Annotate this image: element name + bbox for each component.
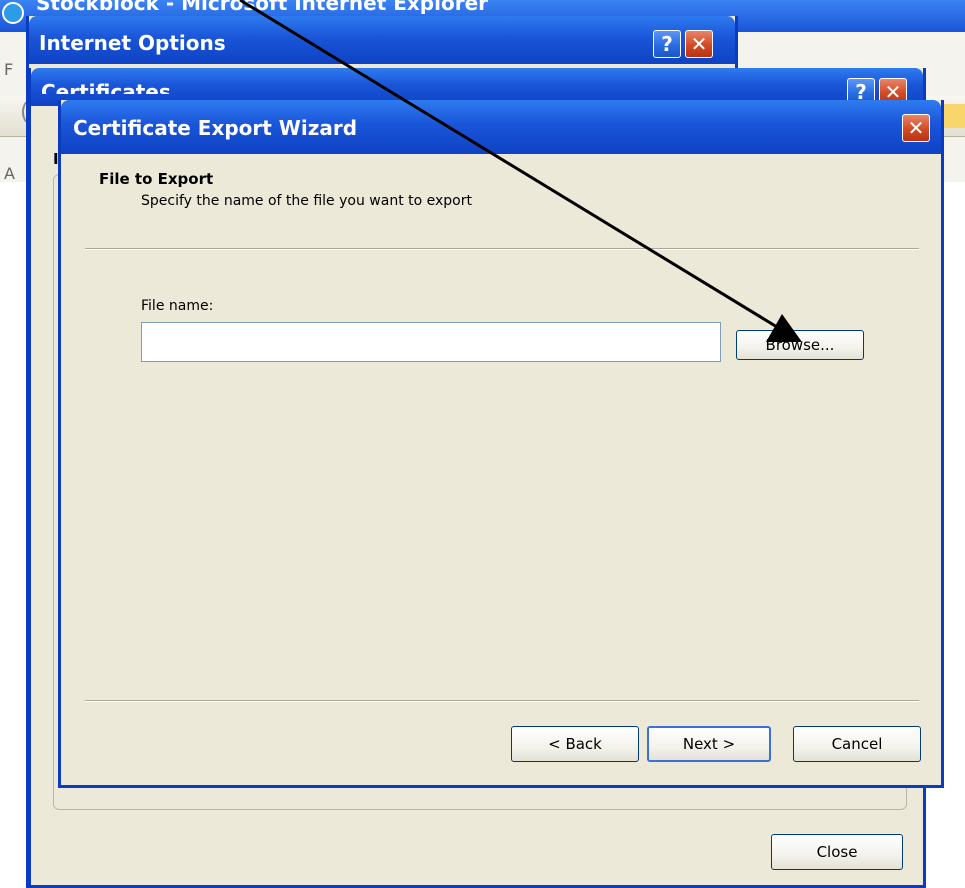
annotation-arrow-line bbox=[239, 0, 783, 332]
annotation-arrow bbox=[239, 0, 802, 342]
annotation-arrow-head bbox=[766, 314, 802, 342]
